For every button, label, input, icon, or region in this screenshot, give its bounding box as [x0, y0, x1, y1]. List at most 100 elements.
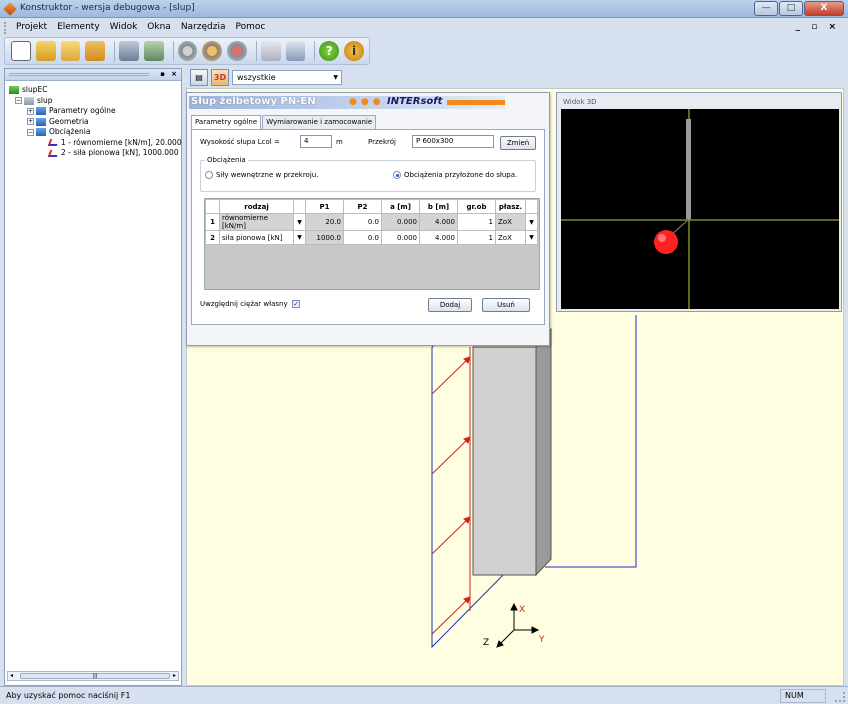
- row-index: 2: [205, 230, 220, 245]
- settings-alt-icon[interactable]: [202, 41, 223, 61]
- col-header-b: b [m]: [419, 199, 458, 214]
- menu-narzedzia[interactable]: Narzędzia: [181, 22, 226, 32]
- 3d-view-button[interactable]: 3D: [211, 68, 229, 86]
- view-3d-canvas[interactable]: [561, 109, 839, 309]
- tree-node-params[interactable]: + Parametry ogólne: [9, 106, 182, 117]
- info-icon[interactable]: i: [344, 41, 364, 61]
- menu-widok[interactable]: Widok: [110, 22, 138, 32]
- horizontal-scrollbar[interactable]: ◂ ||| ▸: [7, 671, 179, 681]
- filter-select[interactable]: wszystkie ▼: [232, 69, 342, 85]
- tree-node-geometry[interactable]: + Geometria: [9, 117, 182, 128]
- menu-elementy[interactable]: Elementy: [57, 22, 100, 32]
- cell-a[interactable]: 0.000: [381, 230, 420, 245]
- cell-a[interactable]: 0.000: [381, 213, 420, 231]
- cell-type[interactable]: równomierne [kN/m]: [219, 213, 294, 231]
- remove-button[interactable]: Usuń: [482, 298, 530, 312]
- minimize-button[interactable]: —: [754, 1, 778, 16]
- toolbar-separator: [172, 41, 174, 61]
- axis-label-y: Y: [539, 635, 545, 645]
- loads-table: rodzaj P1 P2 a [m] b [m] gr.ob płasz. 1 …: [204, 198, 540, 290]
- cell-p1[interactable]: 1000.0: [305, 230, 344, 245]
- open-icon[interactable]: [35, 41, 56, 61]
- close-panel-icon[interactable]: ×: [171, 70, 177, 78]
- menu-bar: Projekt Elementy Widok Okna Narzędzia Po…: [0, 19, 848, 37]
- radio-label: Obciążenia przyłożone do słupa.: [404, 171, 518, 179]
- menu-okna[interactable]: Okna: [147, 22, 171, 32]
- tools-icon[interactable]: [227, 41, 247, 61]
- add-button[interactable]: Dodaj: [428, 298, 472, 312]
- toolbar-separator: [255, 41, 257, 61]
- frame-line: [545, 315, 637, 568]
- report-icon[interactable]: [285, 41, 306, 61]
- dialog-title: Słup żelbetowy PN-EN: [191, 96, 316, 107]
- cell-b[interactable]: 4.000: [419, 230, 458, 245]
- help-icon[interactable]: ?: [319, 41, 340, 61]
- title-bar: Konstruktor - wersja debugowa - [slup] —…: [0, 0, 848, 18]
- chevron-down-icon[interactable]: ▼: [525, 230, 538, 245]
- cell-type[interactable]: siła pionowa [kN]: [219, 230, 294, 245]
- menu-projekt[interactable]: Projekt: [16, 22, 47, 32]
- mdi-controls[interactable]: _ ▫ ×: [796, 22, 840, 32]
- cell-b[interactable]: 4.000: [419, 213, 458, 231]
- col-header-p2: P2: [343, 199, 382, 214]
- chevron-down-icon[interactable]: ▼: [525, 213, 538, 231]
- table-row[interactable]: 2 siła pionowa [kN] ▼ 1000.0 0.0 0.000 4…: [205, 230, 538, 245]
- import-icon[interactable]: [143, 41, 164, 61]
- selfweight-label: Uwzględnij ciężar własny: [200, 300, 288, 308]
- tree-node-load-1[interactable]: 1 - równomierne [kN/m], 20.000: [9, 138, 182, 149]
- pin-icon[interactable]: ▪: [160, 70, 165, 78]
- tree-node-load-2[interactable]: 2 - siła pionowa [kN], 1000.000: [9, 148, 182, 159]
- view-toolbar: ▤ 3D wszystkie ▼: [190, 68, 342, 86]
- folder-icon[interactable]: [60, 41, 81, 61]
- radio-circle: [205, 171, 213, 179]
- axis-label-z: Z: [483, 638, 490, 648]
- selfweight-checkbox[interactable]: ✓: [292, 300, 300, 308]
- cell-plane[interactable]: ZoX: [495, 213, 526, 231]
- resize-grip[interactable]: [835, 692, 845, 702]
- chevron-down-icon[interactable]: ▼: [293, 230, 306, 245]
- height-input[interactable]: 4: [300, 135, 332, 148]
- project-tree: slupEC − slup + Parametry ogólne + Geome…: [9, 85, 182, 159]
- tree-node-root[interactable]: slupEC: [9, 85, 182, 96]
- settings-icon[interactable]: [177, 41, 198, 61]
- brand-dots: ●●●: [349, 97, 385, 107]
- new-icon[interactable]: [11, 41, 31, 61]
- scroll-right-icon[interactable]: ▸: [173, 672, 176, 679]
- cell-plane[interactable]: ZoX: [495, 230, 526, 245]
- tree-node-column[interactable]: − slup: [9, 96, 182, 107]
- tab-dimensioning[interactable]: Wymiarowanie i zamocowanie: [262, 115, 377, 129]
- maximize-button[interactable]: □: [779, 1, 803, 16]
- cell-grob[interactable]: 1: [457, 230, 496, 245]
- export-icon[interactable]: [119, 41, 139, 61]
- expand-icon[interactable]: +: [27, 107, 34, 115]
- tree-label: Parametry ogólne: [49, 106, 116, 115]
- calculator-icon[interactable]: [260, 41, 281, 61]
- 2d-view-button[interactable]: ▤: [190, 68, 208, 86]
- change-button[interactable]: Zmień: [500, 136, 536, 150]
- table-header-row: rodzaj P1 P2 a [m] b [m] gr.ob płasz.: [205, 199, 538, 214]
- save-icon[interactable]: [85, 41, 106, 61]
- height-label: Wysokość słupa Lcol =: [200, 138, 280, 146]
- cell-p2[interactable]: 0.0: [343, 213, 382, 231]
- close-button[interactable]: X: [804, 1, 844, 16]
- cell-p1[interactable]: 20.0: [305, 213, 344, 231]
- chevron-down-icon[interactable]: ▼: [293, 213, 306, 231]
- cell-grob[interactable]: 1: [457, 213, 496, 231]
- scrollbar-thumb[interactable]: |||: [20, 673, 170, 679]
- radio-internal-forces[interactable]: Siły wewnętrzne w przekroju.: [205, 171, 318, 179]
- cell-p2[interactable]: 0.0: [343, 230, 382, 245]
- scroll-left-icon[interactable]: ◂: [10, 672, 13, 679]
- tree-node-loads[interactable]: − Obciążenia: [9, 127, 182, 138]
- status-message: Aby uzyskać pomoc naciśnij F1: [6, 691, 131, 700]
- tab-general[interactable]: Parametry ogólne: [191, 115, 262, 130]
- axis-label-x: X: [519, 605, 526, 615]
- menu-pomoc[interactable]: Pomoc: [235, 22, 265, 32]
- radio-applied-loads[interactable]: Obciążenia przyłożone do słupa.: [393, 171, 517, 179]
- radio-circle: [393, 171, 401, 179]
- collapse-icon[interactable]: −: [15, 97, 22, 105]
- section-input[interactable]: P 600x300: [412, 135, 494, 148]
- row-index: 1: [205, 213, 220, 231]
- expand-icon[interactable]: +: [27, 118, 34, 126]
- collapse-icon[interactable]: −: [27, 128, 34, 136]
- table-row[interactable]: 1 równomierne [kN/m] ▼ 20.0 0.0 0.000 4.…: [205, 213, 538, 231]
